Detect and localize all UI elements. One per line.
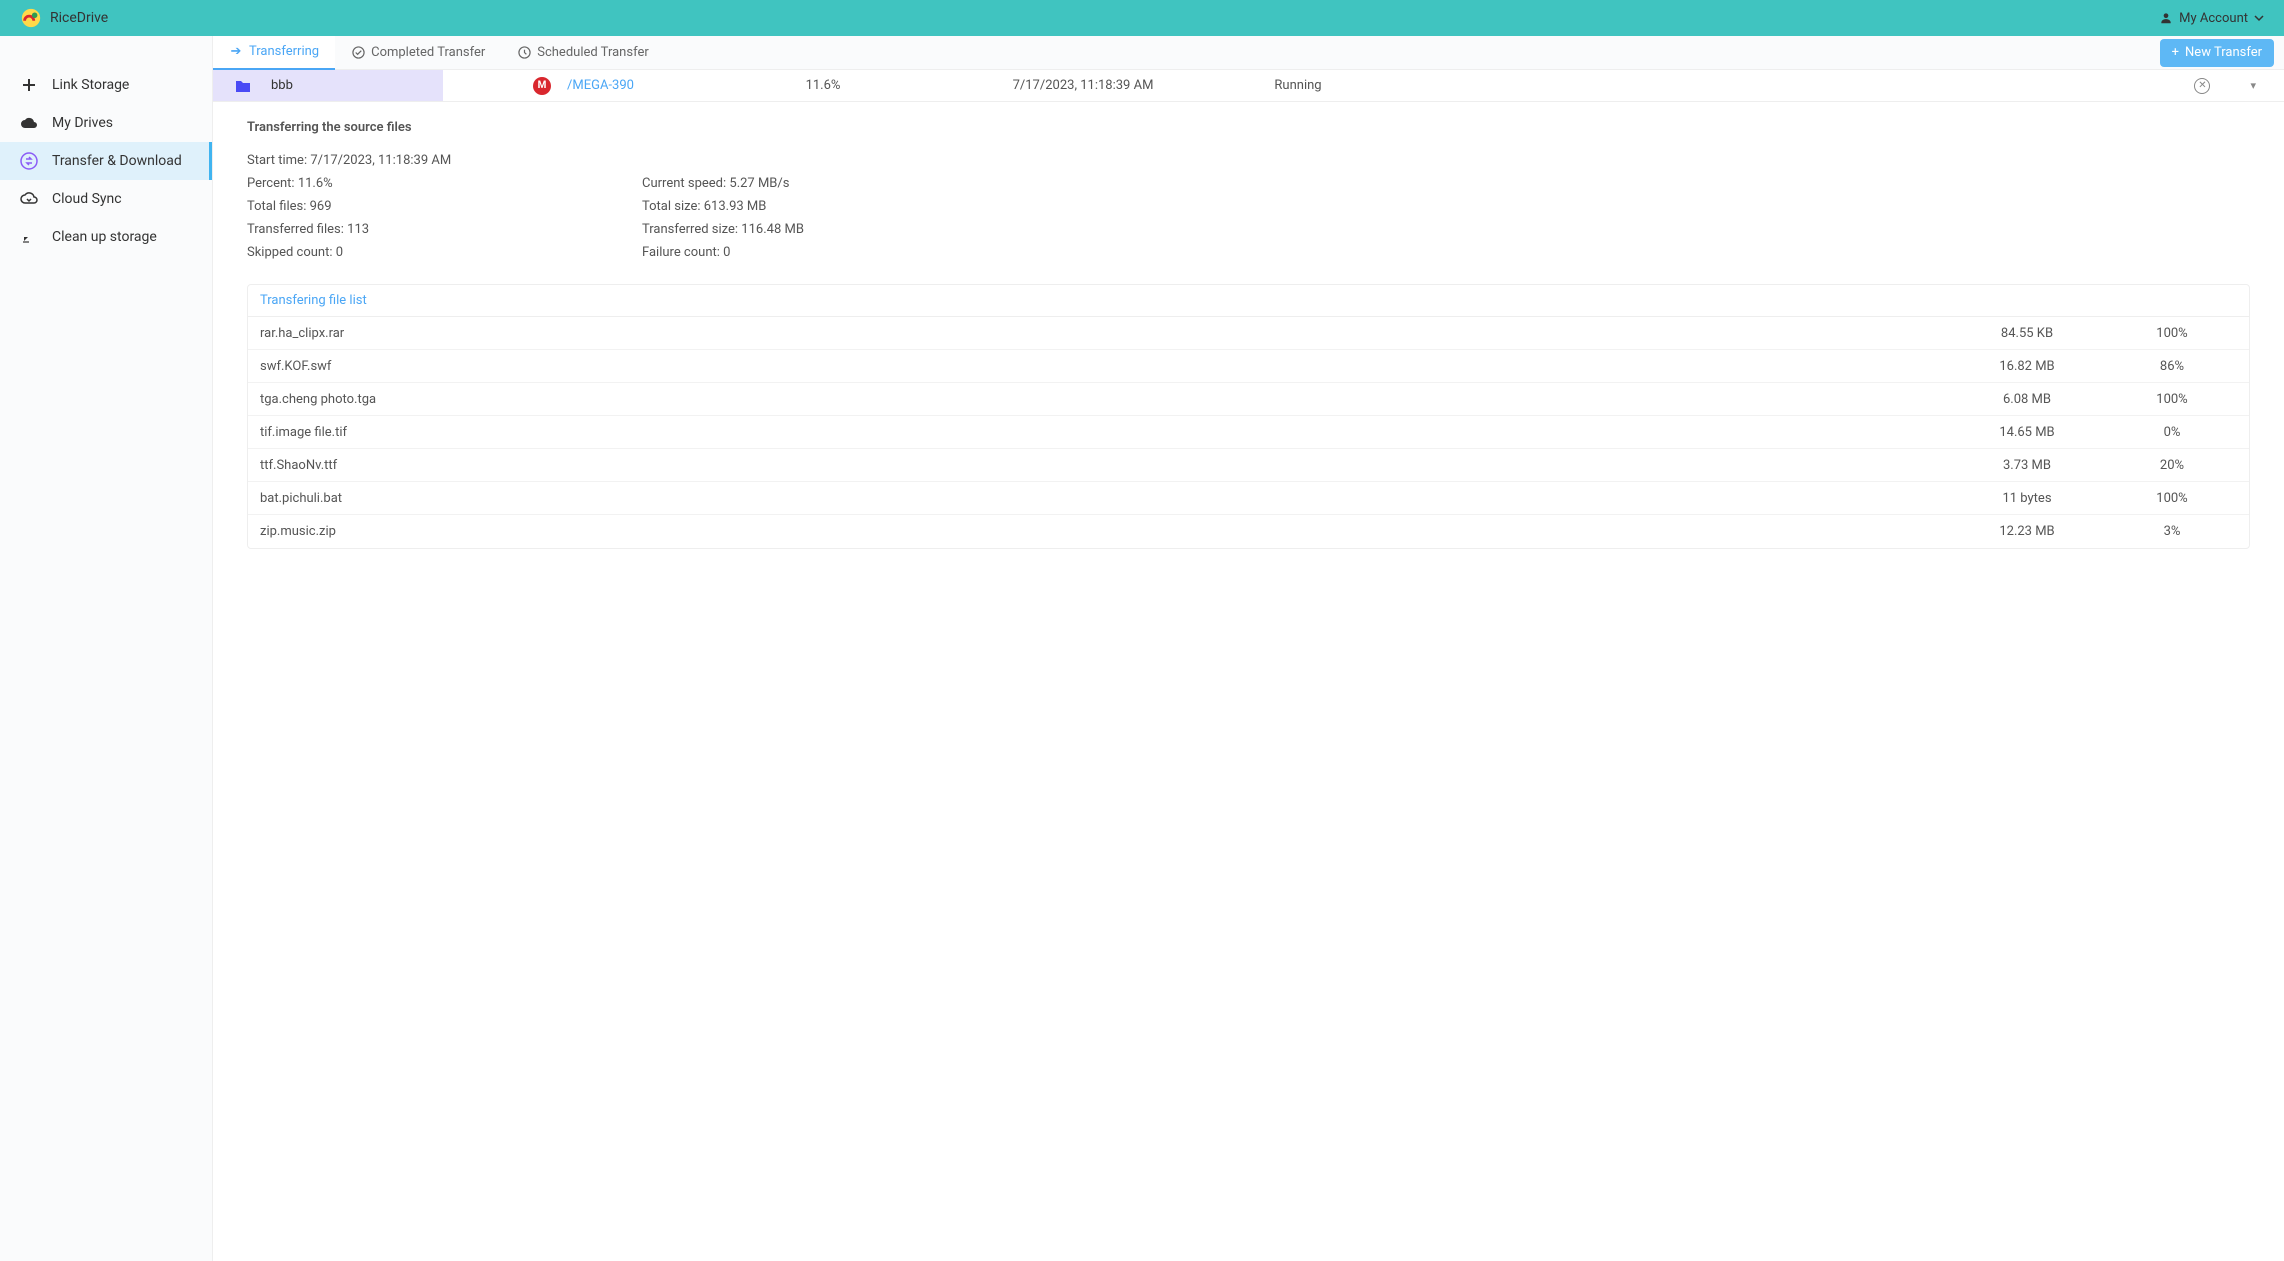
file-row: tga.cheng photo.tga6.08 MB100% — [248, 383, 2249, 416]
tab-label: Completed Transfer — [371, 45, 485, 60]
sidebar-item-link-storage[interactable]: Link Storage — [0, 66, 212, 104]
transfer-destination: M /MEGA-390 — [443, 77, 713, 95]
file-percent: 100% — [2107, 392, 2237, 407]
sidebar-item-transfer-download[interactable]: Transfer & Download — [0, 142, 212, 180]
stat-skipped: Skipped count: 0 — [247, 245, 642, 260]
file-percent: 20% — [2107, 458, 2237, 473]
file-percent: 100% — [2107, 491, 2237, 506]
brand-name: RiceDrive — [50, 10, 108, 26]
ricedrive-logo-icon — [20, 7, 42, 29]
sidebar-item-label: Transfer & Download — [52, 153, 182, 169]
account-menu[interactable]: My Account — [2159, 11, 2264, 26]
stat-transferred-files: Transferred files: 113 — [247, 222, 642, 237]
file-row: zip.music.zip12.23 MB3% — [248, 515, 2249, 548]
stats-left-col: Start time: 7/17/2023, 11:18:39 AM Perce… — [247, 153, 642, 260]
new-transfer-label: New Transfer — [2185, 45, 2262, 60]
chevron-down-icon — [2254, 13, 2264, 23]
check-circle-icon — [351, 46, 365, 60]
person-icon — [2159, 11, 2173, 25]
clock-icon — [517, 46, 531, 60]
transfer-details: Transferring the source files Start time… — [213, 102, 2284, 573]
brand: RiceDrive — [20, 7, 108, 29]
tab-label: Scheduled Transfer — [537, 45, 649, 60]
file-name: swf.KOF.swf — [260, 359, 1947, 374]
sidebar-item-cleanup[interactable]: Clean up storage — [0, 218, 212, 256]
file-row: ttf.ShaoNv.ttf3.73 MB20% — [248, 449, 2249, 482]
file-percent: 0% — [2107, 425, 2237, 440]
stat-total-files: Total files: 969 — [247, 199, 642, 214]
stat-failure: Failure count: 0 — [642, 245, 1037, 260]
file-percent: 100% — [2107, 326, 2237, 341]
stat-start-time: Start time: 7/17/2023, 11:18:39 AM — [247, 153, 642, 168]
file-row: rar.ha_clipx.rar84.55 KB100% — [248, 317, 2249, 350]
sidebar-item-cloud-sync[interactable]: Cloud Sync — [0, 180, 212, 218]
transfer-actions: ✕ ▾ — [1363, 78, 2284, 94]
plus-icon — [20, 76, 38, 94]
stat-percent: Percent: 11.6% — [247, 176, 642, 191]
file-percent: 3% — [2107, 524, 2237, 539]
transfer-time: 7/17/2023, 11:18:39 AM — [933, 78, 1233, 93]
transfer-task-row[interactable]: bbb M /MEGA-390 11.6% 7/17/2023, 11:18:3… — [213, 70, 2284, 102]
broom-icon — [20, 228, 38, 246]
file-size: 16.82 MB — [1947, 359, 2107, 374]
mega-icon: M — [533, 77, 551, 95]
tab-completed[interactable]: Completed Transfer — [335, 36, 501, 70]
sync-icon — [20, 190, 38, 208]
file-size: 6.08 MB — [1947, 392, 2107, 407]
main-panel: ➔ Transferring Completed Transfer Schedu… — [213, 36, 2284, 1261]
file-name: zip.music.zip — [260, 524, 1947, 539]
stats-right-col: Current speed: 5.27 MB/s Total size: 613… — [642, 153, 1037, 260]
tab-scheduled[interactable]: Scheduled Transfer — [501, 36, 665, 70]
file-size: 11 bytes — [1947, 491, 2107, 506]
file-row: tif.image file.tif14.65 MB0% — [248, 416, 2249, 449]
stat-total-size: Total size: 613.93 MB — [642, 199, 1037, 214]
file-name: tif.image file.tif — [260, 425, 1947, 440]
tab-bar: ➔ Transferring Completed Transfer Schedu… — [213, 36, 2284, 70]
file-size: 14.65 MB — [1947, 425, 2107, 440]
file-size: 84.55 KB — [1947, 326, 2107, 341]
sidebar: Link Storage My Drives Transfer & Downlo… — [0, 36, 213, 1261]
folder-icon — [235, 79, 251, 93]
plus-icon: + — [2172, 45, 2179, 60]
file-row: swf.KOF.swf16.82 MB86% — [248, 350, 2249, 383]
sidebar-item-label: Cloud Sync — [52, 191, 122, 207]
file-name: ttf.ShaoNv.ttf — [260, 458, 1947, 473]
details-title: Transferring the source files — [247, 120, 2250, 135]
file-list-table: Transfering file list rar.ha_clipx.rar84… — [247, 284, 2250, 549]
tab-label: Transferring — [249, 44, 319, 59]
file-size: 12.23 MB — [1947, 524, 2107, 539]
file-name: tga.cheng photo.tga — [260, 392, 1947, 407]
sidebar-item-label: Clean up storage — [52, 229, 157, 245]
sidebar-item-label: My Drives — [52, 115, 113, 131]
cloud-icon — [20, 114, 38, 132]
stat-transferred-size: Transferred size: 116.48 MB — [642, 222, 1037, 237]
file-name: bat.pichuli.bat — [260, 491, 1947, 506]
account-label: My Account — [2179, 11, 2248, 26]
sidebar-item-my-drives[interactable]: My Drives — [0, 104, 212, 142]
transfer-icon — [20, 152, 38, 170]
transfer-percent: 11.6% — [713, 78, 933, 93]
file-percent: 86% — [2107, 359, 2237, 374]
transfer-status: Running — [1233, 78, 1363, 93]
expand-toggle[interactable]: ▾ — [2250, 79, 2256, 92]
transfer-source: bbb — [213, 70, 443, 101]
sidebar-item-label: Link Storage — [52, 77, 129, 93]
arrow-right-icon: ➔ — [229, 45, 243, 59]
file-size: 3.73 MB — [1947, 458, 2107, 473]
app-header: RiceDrive My Account — [0, 0, 2284, 36]
file-name: rar.ha_clipx.rar — [260, 326, 1947, 341]
source-name: bbb — [271, 78, 293, 93]
file-list-header: Transfering file list — [248, 285, 2249, 317]
destination-name: /MEGA-390 — [567, 78, 634, 93]
stat-speed: Current speed: 5.27 MB/s — [642, 176, 1037, 191]
cancel-button[interactable]: ✕ — [2194, 78, 2210, 94]
tab-transferring[interactable]: ➔ Transferring — [213, 36, 335, 70]
new-transfer-button[interactable]: + New Transfer — [2160, 39, 2274, 67]
file-row: bat.pichuli.bat11 bytes100% — [248, 482, 2249, 515]
